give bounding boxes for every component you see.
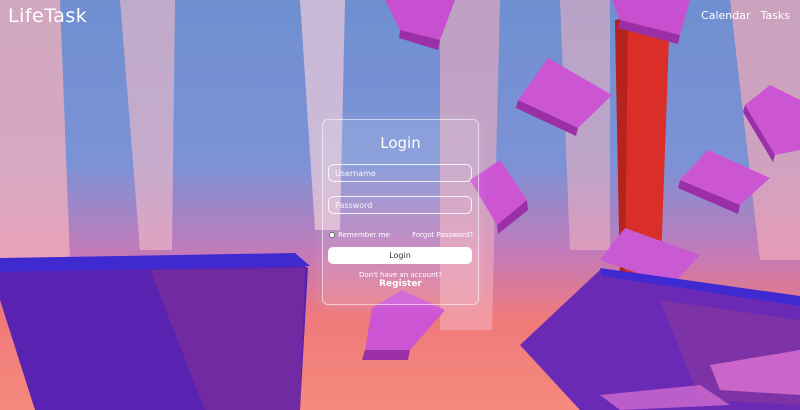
top-nav: Calendar Tasks [701, 9, 790, 22]
pillar-left [0, 0, 70, 260]
register-link[interactable]: Register [323, 279, 478, 289]
remember-me[interactable]: Remember me [329, 231, 390, 239]
remember-me-label: Remember me [338, 231, 390, 239]
password-input[interactable] [328, 196, 472, 214]
app-logo[interactable]: LifeTask [8, 5, 87, 27]
forgot-password-link[interactable]: Forgot Password? [412, 231, 473, 239]
login-card: Login Remember me Forgot Password? Login… [322, 119, 479, 305]
login-title: Login [380, 134, 421, 152]
remember-me-checkbox[interactable] [329, 232, 335, 238]
slab-left [0, 253, 310, 410]
login-button[interactable]: Login [328, 247, 472, 264]
nav-link-tasks[interactable]: Tasks [761, 9, 790, 22]
no-account-text: Don't have an account? [359, 271, 442, 279]
pillar-left-2 [120, 0, 175, 250]
username-input[interactable] [328, 164, 472, 182]
nav-link-calendar[interactable]: Calendar [701, 9, 750, 22]
